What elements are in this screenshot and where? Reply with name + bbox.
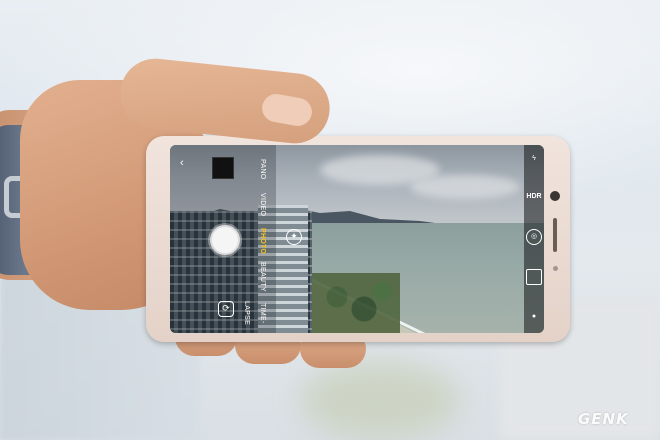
mode-video[interactable]: VIDEO — [254, 185, 270, 225]
mode-beauty[interactable]: BEAUTY — [254, 257, 270, 297]
mode-selector: PANO VIDEO PHOTO BEAUTY TIME-LAPSE — [243, 149, 270, 329]
chevron-left-icon[interactable]: ‹ — [180, 157, 184, 169]
gallery-thumbnail[interactable] — [212, 157, 234, 179]
cloud — [410, 175, 520, 199]
mode-photo[interactable]: PHOTO — [254, 221, 270, 261]
grid-icon[interactable] — [526, 269, 542, 285]
proximity-sensor — [553, 266, 558, 271]
mode-pano[interactable]: PANO — [254, 149, 270, 189]
mode-timelapse[interactable]: TIME-LAPSE — [243, 293, 270, 333]
filter-icon[interactable]: ◎ — [526, 229, 542, 245]
front-camera — [550, 191, 560, 201]
phone-screen: ‹ PANO VIDEO PHOTO BEAUTY TIME-LAPSE ✦ ⟳… — [170, 145, 544, 333]
watermark: GENK — [578, 410, 629, 428]
shutter-button[interactable] — [210, 225, 240, 255]
switch-camera-icon[interactable]: ⟳ — [218, 301, 234, 317]
effect-icon[interactable]: ✦ — [286, 229, 302, 245]
hdr-icon[interactable]: HDR — [526, 189, 542, 205]
earpiece — [553, 218, 557, 252]
flash-icon[interactable]: ϟ — [526, 151, 542, 167]
background-trees — [300, 360, 460, 440]
dot-icon[interactable]: ● — [526, 309, 542, 325]
viewfinder-trees — [310, 273, 400, 333]
